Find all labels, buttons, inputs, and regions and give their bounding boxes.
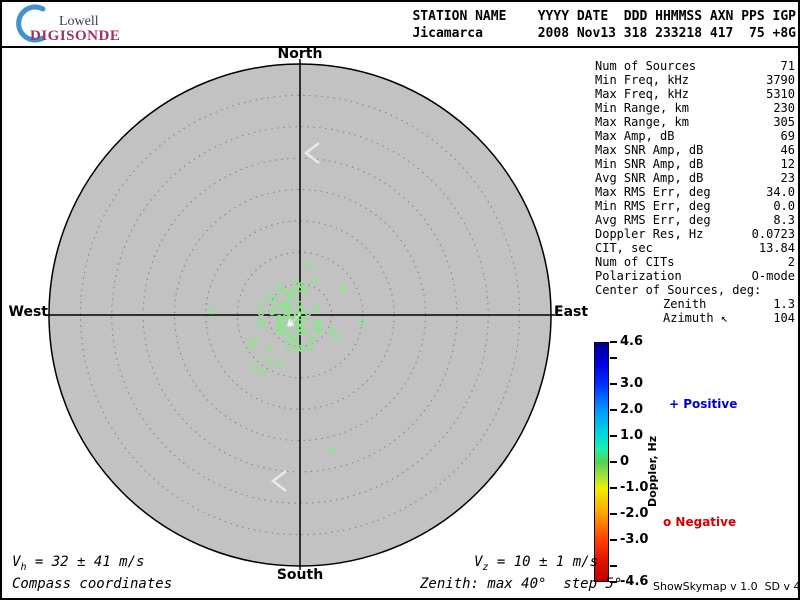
station-header-row: STATION NAME YYYY DATE DDD HHMMSS AXN PP… <box>412 9 796 24</box>
stat-label: Min RMS Err, deg <box>595 199 711 213</box>
stat-value: 12 <box>780 157 795 171</box>
stat-row: Max Range, km 305 <box>595 115 795 129</box>
stat-row: Num of CITs 2 <box>595 255 795 269</box>
stat-value: 46 <box>780 143 795 157</box>
stat-label: Min Freq, kHz <box>595 73 689 87</box>
zenith-range-label: Zenith: max 40° step 5° <box>420 576 623 592</box>
stat-value: 71 <box>780 59 795 73</box>
program-version-label: ShowSkymap v 1.0 SD v 4.2 <box>653 580 800 593</box>
stat-row: Polarization O-mode <box>595 269 795 283</box>
stat-label: Min SNR Amp, dB <box>595 157 704 171</box>
stat-value: 13.84 <box>758 241 795 255</box>
stat-row: Num of Sources 71 <box>595 59 795 73</box>
negative-legend: o Negative <box>663 515 737 529</box>
stat-value: 34.0 <box>766 185 795 199</box>
colorbar-tick-label: 2.0 <box>620 401 644 417</box>
positive-legend: + Positive <box>669 397 738 411</box>
station-info: STATION NAME YYYY DATE DDD HHMMSS AXN PP… <box>412 8 796 42</box>
stat-row: Max Freq, kHz 5310 <box>595 87 795 101</box>
colorbar-tick <box>610 539 617 542</box>
stat-value: 5310 <box>766 87 795 101</box>
header-band: Lowell DIGISONDE STATION NAME YYYY DATE … <box>2 2 798 48</box>
stat-label: Center of Sources, deg: <box>595 283 762 297</box>
stat-label: Avg SNR Amp, dB <box>595 171 704 185</box>
station-value-row: Jicamarca 2008 Nov13 318 233218 417 75 +… <box>412 26 796 41</box>
compass-label-west: West <box>8 304 48 320</box>
compass-label-south: South <box>276 567 324 583</box>
stat-label: CIT, sec <box>595 241 653 255</box>
colorbar-tick-label: -1.0 <box>620 480 649 496</box>
stat-label: Min Range, km <box>595 101 689 115</box>
colorbar-tick <box>610 408 617 411</box>
stat-label: Zenith <box>663 297 707 311</box>
stat-label: Num of CITs <box>595 255 675 269</box>
stat-row: Min Range, km 230 <box>595 101 795 115</box>
stat-row: Azimuth ↖ 104 <box>595 311 795 325</box>
stat-row: Zenith 1.3 <box>595 297 795 311</box>
horizontal-velocity-label: Vh = 32 ± 41 m/s <box>12 554 144 573</box>
stat-row: CIT, sec 13.84 <box>595 241 795 255</box>
stat-value: O-mode <box>751 269 795 283</box>
stat-value: 0.0723 <box>751 227 795 241</box>
colorbar-tick-label: -3.0 <box>620 532 649 548</box>
stat-label: Avg RMS Err, deg <box>595 213 711 227</box>
stat-label: Doppler Res, Hz <box>595 227 704 241</box>
colorbar-tick-label: -4.6 <box>620 574 649 589</box>
stat-row: Avg SNR Amp, dB 23 <box>595 171 795 185</box>
colorbar-tick <box>610 434 617 437</box>
stat-label: Num of Sources <box>595 59 697 73</box>
compass-label-east: East <box>554 304 589 320</box>
stat-row: Max RMS Err, deg 34.0 <box>595 185 795 199</box>
coordinates-label: Compass coordinates <box>12 576 173 592</box>
lowell-digisonde-logo: Lowell DIGISONDE <box>10 4 170 46</box>
doppler-colorbar <box>594 342 609 582</box>
stat-value: 23 <box>780 171 795 185</box>
stat-label: Polarization <box>595 269 682 283</box>
stat-row: Doppler Res, Hz 0.0723 <box>595 227 795 241</box>
vz-value: = 10 ± 1 m/s <box>488 554 599 570</box>
stat-label: Max Freq, kHz <box>595 87 689 101</box>
colorbar-tick-label: 0 <box>620 454 630 469</box>
stat-value: 305 <box>773 115 795 129</box>
colorbar-tick <box>610 341 617 343</box>
stat-value: 3790 <box>766 73 795 87</box>
stat-row: Avg RMS Err, deg 8.3 <box>595 213 795 227</box>
colorbar-tick-label: 3.0 <box>620 375 644 391</box>
stat-label: Max Amp, dB <box>595 129 675 143</box>
colorbar-tick <box>610 382 617 385</box>
stat-label: Azimuth ↖ <box>663 311 729 325</box>
colorbar-tick-label: -2.0 <box>620 506 649 522</box>
stat-row: Min SNR Amp, dB 12 <box>595 157 795 171</box>
stat-value: 69 <box>780 129 795 143</box>
stat-row: Min Freq, kHz 3790 <box>595 73 795 87</box>
stat-row: Min RMS Err, deg 0.0 <box>595 199 795 213</box>
stat-label: Max RMS Err, deg <box>595 185 711 199</box>
stat-value: 8.3 <box>773 213 795 227</box>
skymap-window: Lowell DIGISONDE STATION NAME YYYY DATE … <box>0 0 800 600</box>
compass-label-north: North <box>277 46 323 62</box>
colorbar-tick-label: 1.0 <box>620 427 644 443</box>
stat-value: 104 <box>773 311 795 325</box>
stat-label: Max Range, km <box>595 115 689 129</box>
doppler-axis-label: Doppler, Hz <box>646 435 659 507</box>
colorbar-minor-tick <box>610 565 617 568</box>
colorbar-tick <box>610 513 617 516</box>
vh-value: = 32 ± 41 m/s <box>26 554 145 570</box>
stat-label: Max SNR Amp, dB <box>595 143 704 157</box>
vertical-velocity-label: Vz = 10 ± 1 m/s <box>474 554 598 573</box>
stat-row: Center of Sources, deg: <box>595 283 795 297</box>
colorbar-tick <box>610 461 617 463</box>
stat-value: 230 <box>773 101 795 115</box>
stat-value: 1.3 <box>773 297 795 311</box>
logo-text-digisonde: DIGISONDE <box>30 28 121 44</box>
colorbar-tick-label: 4.6 <box>620 334 644 349</box>
colorbar-minor-tick <box>610 356 617 359</box>
stat-value: 0.0 <box>773 199 795 213</box>
stat-value: 2 <box>787 255 795 269</box>
statistics-panel: Num of Sources 71 Min Freq, kHz 3790 Max Fre… <box>595 59 795 325</box>
stat-row: Max Amp, dB 69 <box>595 129 795 143</box>
stat-row: Max SNR Amp, dB 46 <box>595 143 795 157</box>
colorbar-tick <box>610 487 617 490</box>
